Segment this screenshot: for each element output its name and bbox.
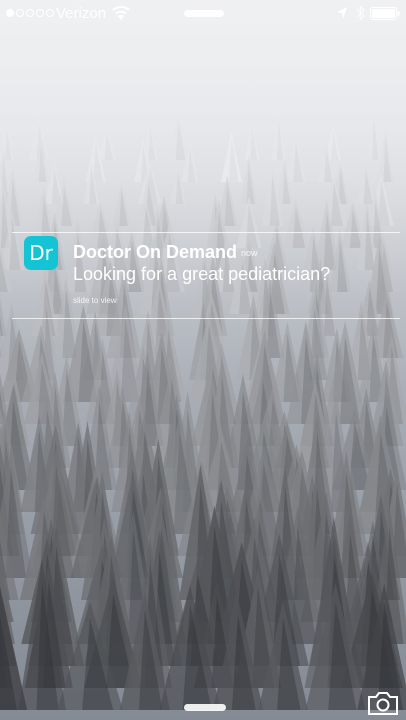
notification-app-name: Doctor On Demand xyxy=(73,242,238,262)
wifi-icon xyxy=(112,6,130,20)
notification-divider xyxy=(12,318,400,319)
signal-dot xyxy=(26,9,34,17)
signal-dot xyxy=(16,9,24,17)
lock-screen-notification[interactable]: Dr Doctor On Demand now Looking for a gr… xyxy=(0,232,406,320)
status-bar: Verizon xyxy=(0,0,406,28)
location-icon xyxy=(337,7,347,19)
control-center-grabber[interactable] xyxy=(184,704,226,711)
bluetooth-icon xyxy=(356,5,365,21)
signal-dot xyxy=(36,9,44,17)
carrier-name: Verizon xyxy=(56,5,107,22)
camera-icon[interactable] xyxy=(367,690,399,716)
notification-center-grabber[interactable] xyxy=(184,10,224,17)
signal-strength-icon xyxy=(6,9,54,17)
signal-dot xyxy=(6,9,14,17)
slide-to-view-hint[interactable]: slide to view xyxy=(73,296,117,305)
notification-timestamp: now xyxy=(241,248,258,258)
signal-dot xyxy=(46,9,54,17)
doctor-on-demand-app-icon: Dr xyxy=(24,236,58,270)
notification-message: Looking for a great pediatrician? xyxy=(73,264,331,284)
notification-divider xyxy=(12,232,400,233)
lock-screen-wallpaper xyxy=(0,0,406,720)
battery-icon xyxy=(370,7,400,20)
